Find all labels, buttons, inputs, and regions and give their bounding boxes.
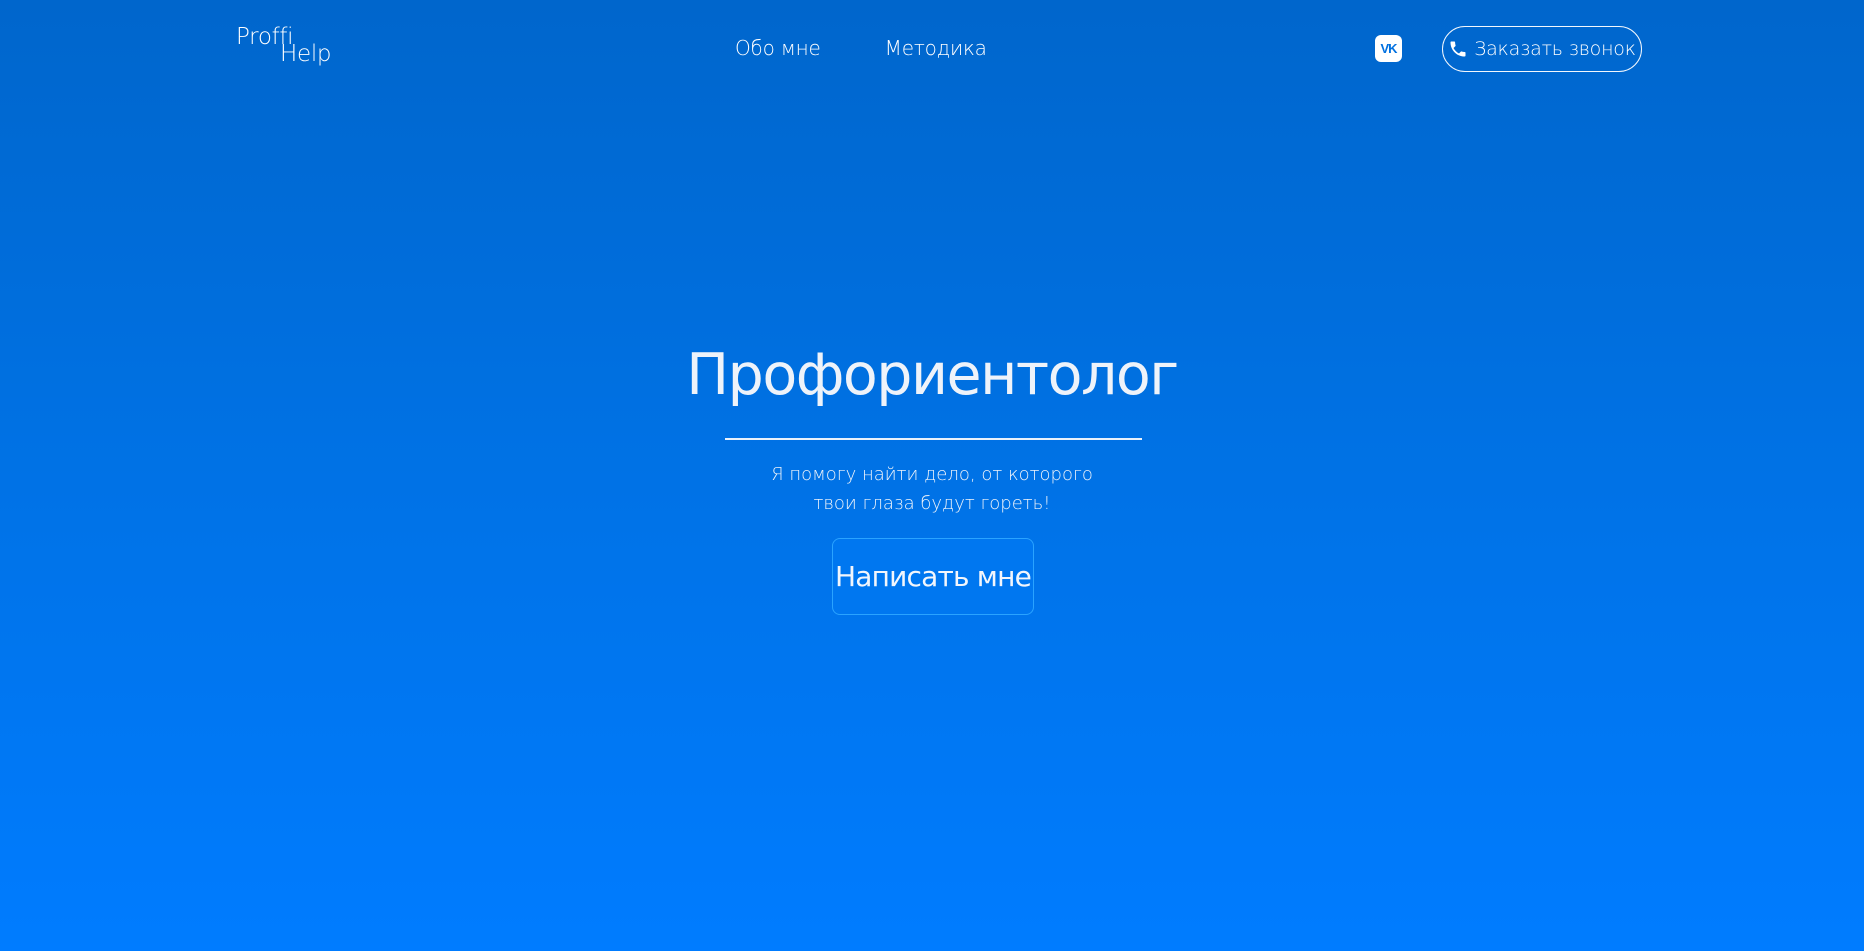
vk-icon[interactable]: VK [1375, 35, 1402, 62]
logo-text-bottom: Help [280, 41, 332, 67]
nav-item-about[interactable]: Обо мне [735, 36, 821, 60]
hero-subtitle-line-1: Я помогу найти дело, от которого [771, 464, 1093, 485]
nav-item-method[interactable]: Методика [885, 36, 987, 60]
order-call-label: Заказать звонок [1474, 38, 1636, 60]
hero-title: Профориентолог [686, 342, 1179, 408]
main-nav: Обо мне Методика [735, 36, 987, 60]
write-me-button[interactable]: Написать мне [832, 538, 1034, 615]
phone-icon [1448, 39, 1468, 59]
logo[interactable]: Proffi Help [236, 24, 332, 68]
order-call-button[interactable]: Заказать звонок [1442, 26, 1642, 72]
site-header: Proffi Help Обо мне Методика VK Заказать… [0, 0, 1864, 100]
hero-subtitle-line-2: твои глаза будут гореть! [813, 493, 1051, 514]
hero-divider [725, 438, 1142, 440]
hero-subtitle: Я помогу найти дело, от которого твои гл… [0, 460, 1864, 518]
